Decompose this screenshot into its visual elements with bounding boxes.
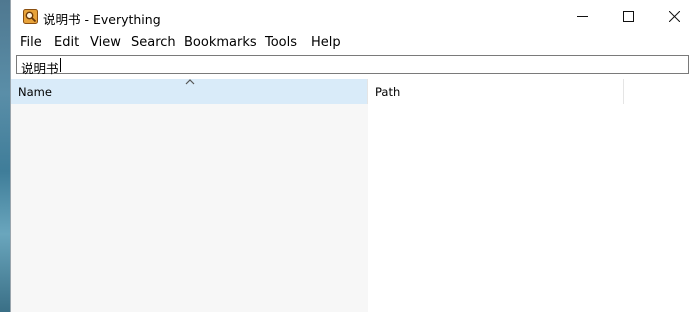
menu-tools[interactable]: Tools: [265, 35, 297, 50]
sort-ascending-icon: [185, 79, 195, 85]
menu-view[interactable]: View: [90, 35, 121, 50]
maximize-icon: [622, 11, 634, 22]
results-list[interactable]: [11, 104, 696, 312]
column-header-name[interactable]: Name: [11, 79, 368, 104]
title-bar[interactable]: 说明书 - Everything: [11, 0, 696, 33]
close-button[interactable]: [651, 0, 696, 33]
text-caret: [60, 58, 61, 72]
close-icon: [668, 11, 680, 22]
menu-help[interactable]: Help: [311, 35, 341, 50]
menu-edit[interactable]: Edit: [54, 35, 79, 50]
menu-file[interactable]: File: [20, 35, 42, 50]
search-input[interactable]: 说明书: [16, 55, 689, 76]
column-header-bar: Name Path: [11, 79, 696, 104]
minimize-icon: [576, 16, 588, 17]
everything-window: 说明书 - Everything File Edit View Search B…: [10, 0, 696, 312]
minimize-button[interactable]: [559, 0, 605, 33]
menu-bookmarks[interactable]: Bookmarks: [184, 35, 257, 50]
maximize-button[interactable]: [605, 0, 651, 33]
name-column-background: [11, 104, 368, 312]
column-header-path-label: Path: [375, 85, 401, 99]
menu-search[interactable]: Search: [131, 35, 176, 50]
column-header-path[interactable]: Path: [368, 79, 624, 104]
everything-app-icon: [23, 9, 38, 24]
menu-bar: File Edit View Search Bookmarks Tools He…: [11, 33, 696, 53]
window-title: 说明书 - Everything: [43, 12, 161, 27]
desktop-background: [0, 0, 10, 312]
search-query-text: 说明书: [21, 61, 59, 76]
column-header-name-label: Name: [18, 85, 52, 99]
